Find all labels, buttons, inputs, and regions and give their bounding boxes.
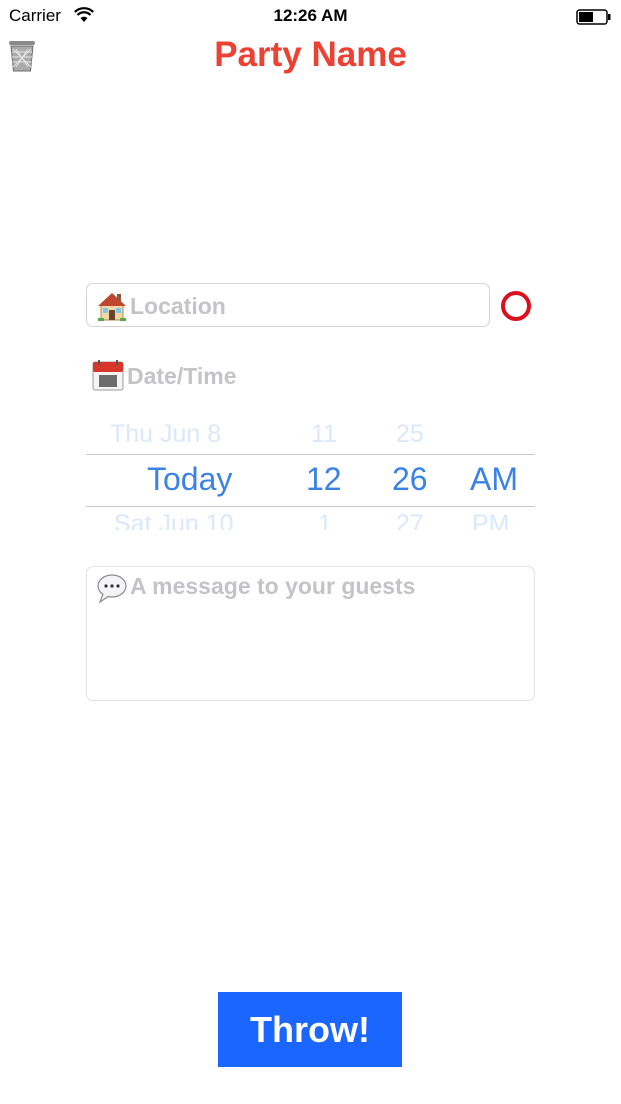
picker-day-above: Thu Jun 8 — [110, 420, 222, 448]
battery-icon — [576, 9, 611, 25]
picker-top-divider — [86, 454, 535, 455]
datetime-label: Date/Time — [127, 363, 237, 389]
calendar-icon — [92, 360, 124, 391]
status-bar: Carrier 12:26 AM — [0, 0, 621, 32]
speech-bubble-icon — [97, 574, 127, 604]
picker-bottom-divider — [86, 506, 535, 507]
picker-minute-below: 27 — [396, 510, 424, 530]
date-time-picker[interactable]: Thu Jun 8 11 25 Today 12 26 AM Sat Jun 1… — [86, 420, 535, 530]
picker-period-below: PM — [472, 510, 510, 530]
picker-hour-below: 1 — [318, 510, 332, 530]
status-time: 12:26 AM — [273, 6, 348, 25]
location-placeholder: Location — [130, 293, 226, 319]
picker-day-below: Sat Jun 10 — [114, 510, 234, 530]
house-icon — [98, 293, 126, 321]
picker-hour-above: 11 — [311, 420, 337, 448]
picker-minute[interactable]: 26 — [392, 461, 428, 498]
picker-day[interactable]: Today — [147, 461, 232, 498]
picker-period[interactable]: AM — [470, 461, 518, 498]
picker-hour[interactable]: 12 — [306, 461, 342, 498]
datetime-field[interactable]: Date/Time — [90, 355, 490, 393]
throw-button[interactable]: Throw! — [218, 992, 402, 1067]
picker-minute-above: 25 — [396, 420, 424, 448]
location-field[interactable]: Location — [86, 283, 490, 327]
message-textarea[interactable]: A message to your guests — [86, 566, 535, 701]
message-placeholder: A message to your guests — [130, 573, 416, 599]
party-name-title[interactable]: Party Name — [0, 35, 621, 75]
location-status-ring — [501, 291, 531, 321]
